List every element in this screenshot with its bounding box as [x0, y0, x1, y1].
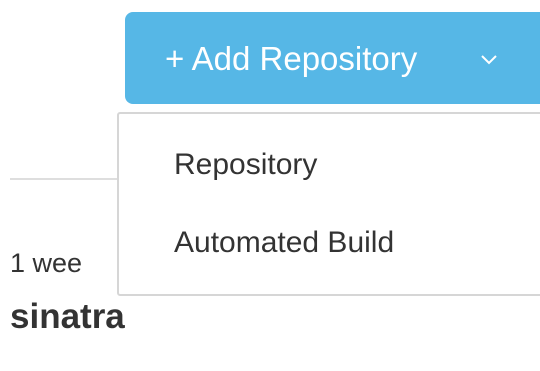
- repo-name[interactable]: sinatra: [10, 295, 125, 339]
- menu-item-automated-build[interactable]: Automated Build: [174, 225, 394, 261]
- add-repository-button[interactable]: + Add Repository: [125, 12, 540, 104]
- chevron-down-icon: [481, 55, 497, 65]
- add-repository-label: + Add Repository: [165, 40, 418, 77]
- repo-updated-time: 1 wee: [10, 248, 83, 278]
- menu-item-repository[interactable]: Repository: [174, 147, 317, 183]
- list-divider: [10, 178, 128, 180]
- add-repository-menu: Repository Automated Build: [117, 112, 540, 296]
